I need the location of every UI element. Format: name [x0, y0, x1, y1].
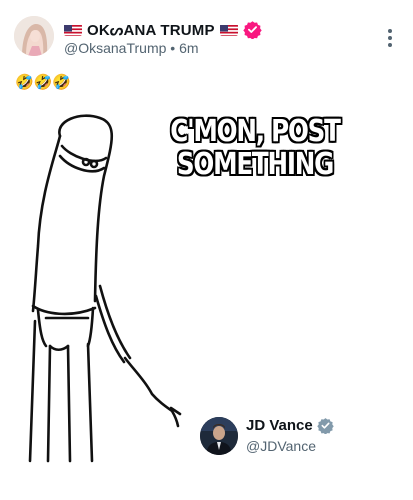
- meme-caption-line-2: SOMETHING: [176, 147, 334, 182]
- verified-badge-icon: [243, 20, 262, 40]
- embedded-account-avatar[interactable]: [200, 417, 238, 455]
- author-meta: @OksanaTrump • 6m: [64, 40, 199, 56]
- author-display-name[interactable]: OKᔕANA TRUMP: [87, 21, 215, 39]
- verified-badge-icon: [317, 417, 334, 435]
- more-vertical-icon[interactable]: [387, 28, 393, 48]
- meta-separator: •: [170, 40, 176, 56]
- post-header: OKᔕANA TRUMP @OksanaTrump • 6m: [0, 0, 413, 70]
- embedded-account-name[interactable]: JD Vance: [246, 417, 313, 434]
- author-handle[interactable]: @OksanaTrump: [64, 40, 166, 56]
- embedded-account-handle[interactable]: @JDVance: [246, 438, 316, 454]
- us-flag-icon: [64, 24, 82, 36]
- meme-caption-line-1: C'MON, POST: [170, 114, 341, 149]
- author-name-row[interactable]: OKᔕANA TRUMP: [64, 20, 262, 40]
- embedded-account-card[interactable]: JD Vance @JDVance: [200, 410, 390, 460]
- author-avatar[interactable]: [14, 16, 54, 56]
- post-timestamp[interactable]: 6m: [179, 40, 198, 56]
- meme-caption: C'MON, POST SOMETHING: [169, 115, 341, 181]
- us-flag-icon: [219, 24, 238, 36]
- post-text: 🤣🤣🤣: [15, 74, 72, 91]
- embedded-account-name-row: JD Vance: [246, 417, 334, 435]
